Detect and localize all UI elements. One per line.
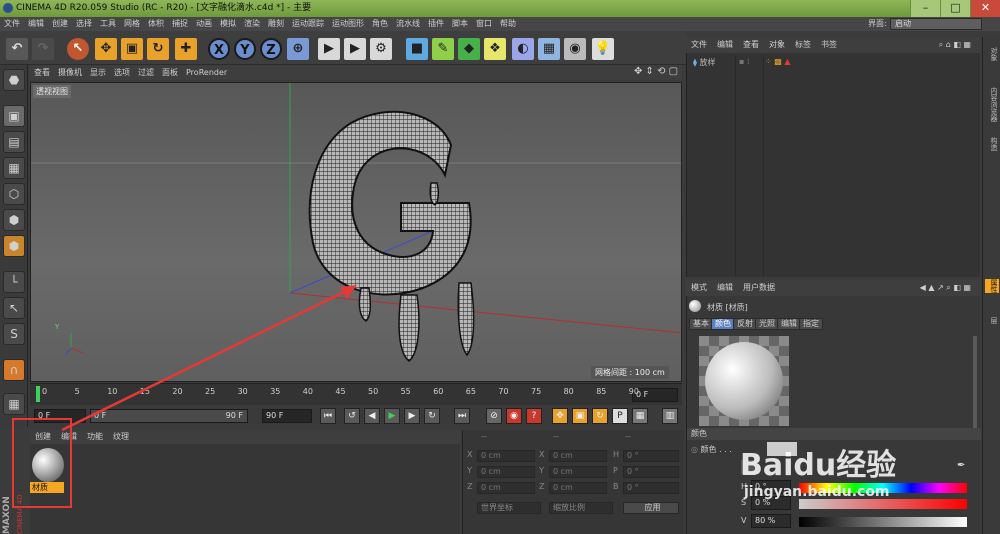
obj-menu-view[interactable]: 查看 xyxy=(738,37,764,53)
size-y-field[interactable]: 0 cm xyxy=(549,466,607,478)
eyedropper-icon[interactable]: ✒ xyxy=(957,460,965,471)
attr-menu-userdata[interactable]: 用户数据 xyxy=(738,280,780,296)
scale-mode-select[interactable]: 缩放比例 xyxy=(549,502,613,514)
column-divider xyxy=(735,55,736,277)
obj-menu-bookmarks[interactable]: 书签 xyxy=(816,37,842,53)
rotation-p-field[interactable]: 0 ° xyxy=(623,466,679,478)
coord-label-h: H xyxy=(613,450,620,459)
tab-reflectance[interactable]: 反射 xyxy=(733,318,757,330)
tab-assign[interactable]: 指定 xyxy=(799,318,823,330)
object-row-loft[interactable]: ⧫ 放样 xyxy=(693,57,716,68)
baidu-watermark-url: jingyan.baidu.com xyxy=(744,484,890,500)
coord-label-sz: Z xyxy=(539,482,545,491)
saturation-slider[interactable] xyxy=(799,499,967,509)
size-x-field[interactable]: 0 cm xyxy=(549,450,607,462)
value-field[interactable]: 80 % xyxy=(751,514,791,528)
obj-menu-tags[interactable]: 标签 xyxy=(790,37,816,53)
coord-label-z: Z xyxy=(467,482,473,491)
attr-scrollbar[interactable] xyxy=(973,336,977,436)
coord-header-size: -- xyxy=(553,432,559,441)
coord-header-rotation: -- xyxy=(625,432,631,441)
sidetab-structure[interactable]: 构造 xyxy=(985,137,999,151)
color-section-header: 颜色 xyxy=(687,428,981,440)
value-slider[interactable] xyxy=(799,517,967,527)
color-label: ◎ 颜色 . . . xyxy=(691,445,732,454)
obj-menu-objects[interactable]: 对象 xyxy=(764,37,790,53)
rotation-b-field[interactable]: 0 ° xyxy=(623,482,679,494)
tab-illumination[interactable]: 光照 xyxy=(755,318,779,330)
v-label: V xyxy=(741,516,747,525)
sidetab-layers[interactable]: 层 xyxy=(985,317,999,324)
coordinates-manager: -- -- -- X 0 cm X 0 cm H 0 ° Y 0 cm Y 0 … xyxy=(462,430,684,534)
material-preview[interactable] xyxy=(699,336,789,426)
obj-menu-file[interactable]: 文件 xyxy=(686,37,712,53)
position-y-field[interactable]: 0 cm xyxy=(477,466,535,478)
coord-label-sy: Y xyxy=(539,466,544,475)
world-coordinates-select[interactable]: 世界坐标 xyxy=(477,502,541,514)
position-z-field[interactable]: 0 cm xyxy=(477,482,535,494)
tab-color[interactable]: 颜色 xyxy=(711,318,735,330)
sidetab-content-browser[interactable]: 内容浏览器 xyxy=(985,87,999,122)
visibility-toggle-icon[interactable]: ▪ ⁞ xyxy=(739,57,750,66)
obj-menu-edit[interactable]: 编辑 xyxy=(712,37,738,53)
side-tab-strip: 对象 内容浏览器 构造 属性 层 xyxy=(982,37,1000,534)
tab-basic[interactable]: 基本 xyxy=(689,318,713,330)
attr-nav-icons[interactable]: ◀ ▲ ↗ ⌕ ◧ ▦ xyxy=(915,280,976,296)
material-small-icon xyxy=(689,300,701,312)
object-name: 放样 xyxy=(699,58,716,67)
sidetab-objects[interactable]: 对象 xyxy=(985,47,999,61)
tags-icons[interactable]: ⁘ ▩ ▲ xyxy=(765,57,791,66)
attr-menu-mode[interactable]: 模式 xyxy=(686,280,712,296)
preview-sphere xyxy=(705,342,783,420)
sidetab-attributes[interactable]: 属性 xyxy=(985,279,999,293)
tab-editor[interactable]: 编辑 xyxy=(777,318,801,330)
coord-label-x: X xyxy=(467,450,473,459)
coord-header-position: -- xyxy=(481,432,487,441)
column-divider-2 xyxy=(763,55,764,277)
coord-label-p: P xyxy=(613,466,618,475)
apply-button[interactable]: 应用 xyxy=(623,502,679,514)
coord-label-sx: X xyxy=(539,450,545,459)
position-x-field[interactable]: 0 cm xyxy=(477,450,535,462)
coord-label-b: B xyxy=(613,482,619,491)
coord-label-y: Y xyxy=(467,466,472,475)
baidu-watermark: Baidu经验 xyxy=(740,448,897,483)
object-manager-menu: 文件 编辑 查看 对象 标签 书签 ⌕ ⌂ ◧ ▦ xyxy=(686,37,980,53)
obj-search-icons[interactable]: ⌕ ⌂ ◧ ▦ xyxy=(934,37,976,53)
attribute-manager-menu: 模式 编辑 用户数据 ◀ ▲ ↗ ⌕ ◧ ▦ xyxy=(686,280,980,296)
object-manager: ⧫ 放样 ▪ ⁞ ⁘ ▩ ▲ xyxy=(686,37,980,277)
rotation-h-field[interactable]: 0 ° xyxy=(623,450,679,462)
size-z-field[interactable]: 0 cm xyxy=(549,482,607,494)
attr-menu-edit[interactable]: 编辑 xyxy=(712,280,738,296)
attribute-title: 材质 [材质] xyxy=(707,303,748,312)
loft-icon: ⧫ xyxy=(693,58,697,67)
